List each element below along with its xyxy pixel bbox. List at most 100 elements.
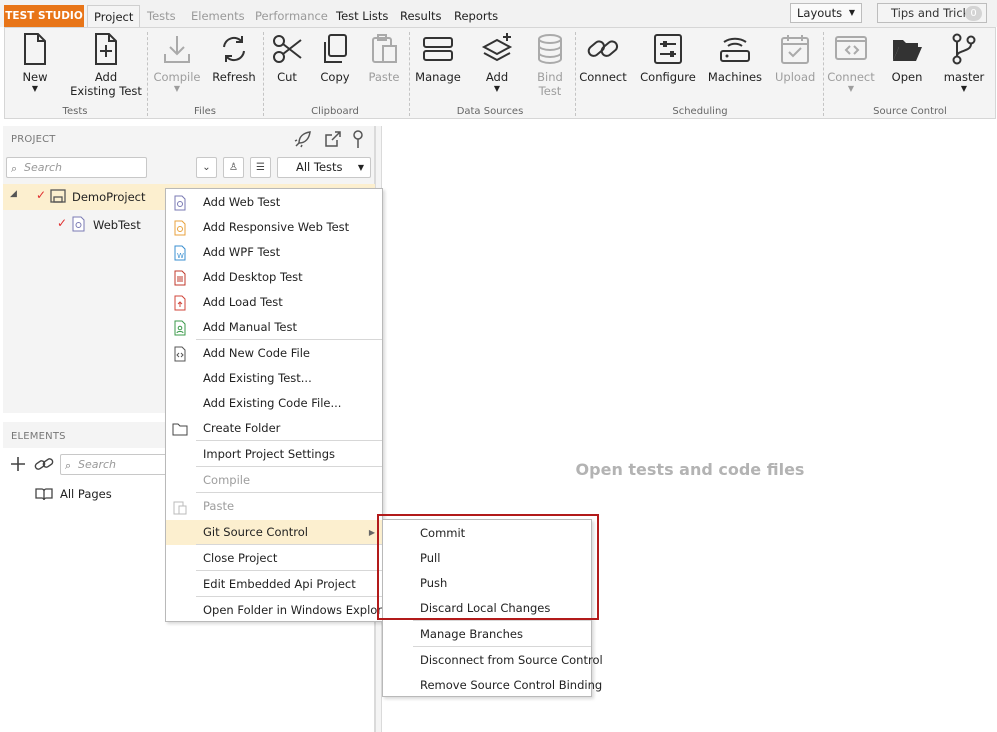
menu-item-add-desktop-test[interactable]: Add Desktop Test <box>166 265 382 290</box>
menu-label: Add Web Test <box>203 195 281 209</box>
tab-project[interactable]: Project <box>87 5 141 27</box>
source-control-connect-button[interactable]: Connect ▼ <box>827 32 875 94</box>
menu-separator <box>196 339 382 340</box>
calendar-check-icon <box>781 35 809 64</box>
menu-item-add-load-test[interactable]: Add Load Test <box>166 290 382 315</box>
menu-label: Add Existing Test... <box>203 371 312 385</box>
machines-button[interactable]: Machines <box>707 32 763 84</box>
cut-button[interactable]: Cut <box>267 32 307 84</box>
manual-test-icon <box>172 320 188 336</box>
menu-separator <box>196 544 382 545</box>
responsive-test-icon <box>172 220 188 236</box>
test-filter-dropdown[interactable]: All Tests ▼ <box>277 157 371 178</box>
expand-triangle-icon[interactable]: ◢ <box>10 189 17 199</box>
elements-search-placeholder: Search <box>78 458 117 471</box>
tab-results[interactable]: Results <box>394 5 448 27</box>
menu-item-add-new-code-file[interactable]: Add New Code File <box>166 341 382 366</box>
add-data-label: Add <box>485 70 509 84</box>
menu-separator <box>413 620 591 621</box>
open-button[interactable]: Open <box>887 32 927 84</box>
new-button[interactable]: New ▼ <box>15 32 55 94</box>
menu-item-add-wpf-test[interactable]: W Add WPF Test <box>166 240 382 265</box>
branch-button[interactable]: master ▼ <box>941 32 987 94</box>
menu-item-import-project-settings[interactable]: Import Project Settings <box>166 442 382 467</box>
user-filter-icon[interactable]: ♙ <box>223 157 244 178</box>
add-existing-label-2: Existing Test <box>70 84 142 98</box>
menu-item-compile[interactable]: Compile <box>166 468 382 493</box>
group-separator <box>263 32 264 116</box>
layouts-dropdown[interactable]: Layouts ▼ <box>790 3 862 23</box>
elements-search-input[interactable]: ⌕ Search <box>60 454 168 475</box>
paste-label: Paste <box>368 70 400 84</box>
menu-item-close-project[interactable]: Close Project <box>166 546 382 571</box>
copy-button[interactable]: Copy <box>315 32 355 84</box>
menu-item-edit-embedded-api-project[interactable]: Edit Embedded Api Project <box>166 572 382 597</box>
group-label-data-sources: Data Sources <box>456 106 524 117</box>
configure-button[interactable]: Configure <box>639 32 697 84</box>
menu-item-git-source-control[interactable]: Git Source Control ▶ <box>166 520 382 545</box>
external-link-icon[interactable] <box>323 129 343 149</box>
menu-label: Compile <box>203 473 251 487</box>
submenu-item-manage-branches[interactable]: Manage Branches <box>383 622 591 647</box>
tab-test-lists[interactable]: Test Lists <box>330 5 394 27</box>
top-bar: TEST STUDIO Project Tests Elements Perfo… <box>0 0 997 27</box>
layouts-label: Layouts <box>797 6 843 20</box>
folder-icon <box>172 421 188 437</box>
refresh-button[interactable]: Refresh <box>209 32 259 84</box>
list-view-icon[interactable]: ☰ <box>250 157 271 178</box>
submenu-item-disconnect[interactable]: Disconnect from Source Control <box>383 648 603 673</box>
group-separator <box>409 32 410 116</box>
menu-label: Git Source Control <box>203 525 308 539</box>
empty-editor-message: Open tests and code files <box>575 460 805 479</box>
submenu-item-remove-binding[interactable]: Remove Source Control Binding <box>383 673 602 698</box>
compile-button[interactable]: Compile ▼ <box>152 32 202 94</box>
menu-item-add-manual-test[interactable]: Add Manual Test <box>166 315 382 340</box>
tips-and-tricks-button[interactable]: Tips and Tricks 0 <box>877 3 987 23</box>
link-icon[interactable] <box>34 455 54 473</box>
menu-label: Open Folder in Windows Explorer <box>203 603 394 617</box>
manage-button[interactable]: Manage <box>414 32 462 84</box>
tab-reports[interactable]: Reports <box>448 5 504 27</box>
brand-logo: TEST STUDIO <box>4 5 84 27</box>
svg-text:W: W <box>177 252 184 260</box>
chevron-down-icon: ▼ <box>173 84 181 93</box>
submenu-arrow-icon: ▶ <box>368 528 375 537</box>
upload-label: Upload <box>775 70 816 84</box>
connect-button[interactable]: Connect <box>579 32 627 84</box>
bind-test-button[interactable]: Bind Test <box>530 32 570 98</box>
upload-button[interactable]: Upload <box>775 32 815 84</box>
menu-label: Add Manual Test <box>203 320 298 334</box>
router-icon <box>720 37 750 62</box>
menu-item-paste[interactable]: Paste <box>166 494 382 519</box>
bind-label-2: Test <box>538 84 562 98</box>
menu-item-add-web-test[interactable]: Add Web Test <box>166 190 382 215</box>
collapse-all-icon[interactable]: ⌄ <box>196 157 217 178</box>
project-search-input[interactable]: ⌕ Search <box>6 157 147 178</box>
add-file-icon <box>95 33 117 65</box>
connect-label: Connect <box>579 70 627 84</box>
tree-item-webtest[interactable]: ✓ WebTest <box>3 212 168 238</box>
add-existing-test-button[interactable]: Add Existing Test <box>67 32 145 98</box>
tab-elements[interactable]: Elements <box>185 5 251 27</box>
menu-label: Paste <box>203 499 235 513</box>
menu-item-add-responsive-web-test[interactable]: Add Responsive Web Test <box>166 215 382 240</box>
pin-icon[interactable] <box>350 129 366 149</box>
chevron-down-icon: ▼ <box>848 8 855 17</box>
paste-button[interactable]: Paste <box>364 32 404 84</box>
menu-item-open-folder-in-explorer[interactable]: Open Folder in Windows Explorer <box>166 598 394 623</box>
menu-item-create-folder[interactable]: Create Folder <box>166 416 382 441</box>
compile-label: Compile <box>153 70 201 84</box>
tree-item-all-pages[interactable]: All Pages <box>33 485 168 505</box>
add-element-icon[interactable] <box>9 455 27 473</box>
chevron-down-icon: ▼ <box>493 84 501 93</box>
chevron-down-icon: ▼ <box>960 84 968 93</box>
menu-item-add-existing-code-file[interactable]: Add Existing Code File... <box>166 391 382 416</box>
rocket-icon[interactable] <box>293 129 313 149</box>
tips-count-badge: 0 <box>965 6 982 21</box>
tab-performance[interactable]: Performance <box>249 5 334 27</box>
menu-label: Add Responsive Web Test <box>203 220 350 234</box>
add-data-source-button[interactable]: Add ▼ <box>477 32 517 94</box>
menu-item-add-existing-test[interactable]: Add Existing Test... <box>166 366 382 391</box>
tab-tests[interactable]: Tests <box>141 5 182 27</box>
project-icon <box>50 189 66 203</box>
